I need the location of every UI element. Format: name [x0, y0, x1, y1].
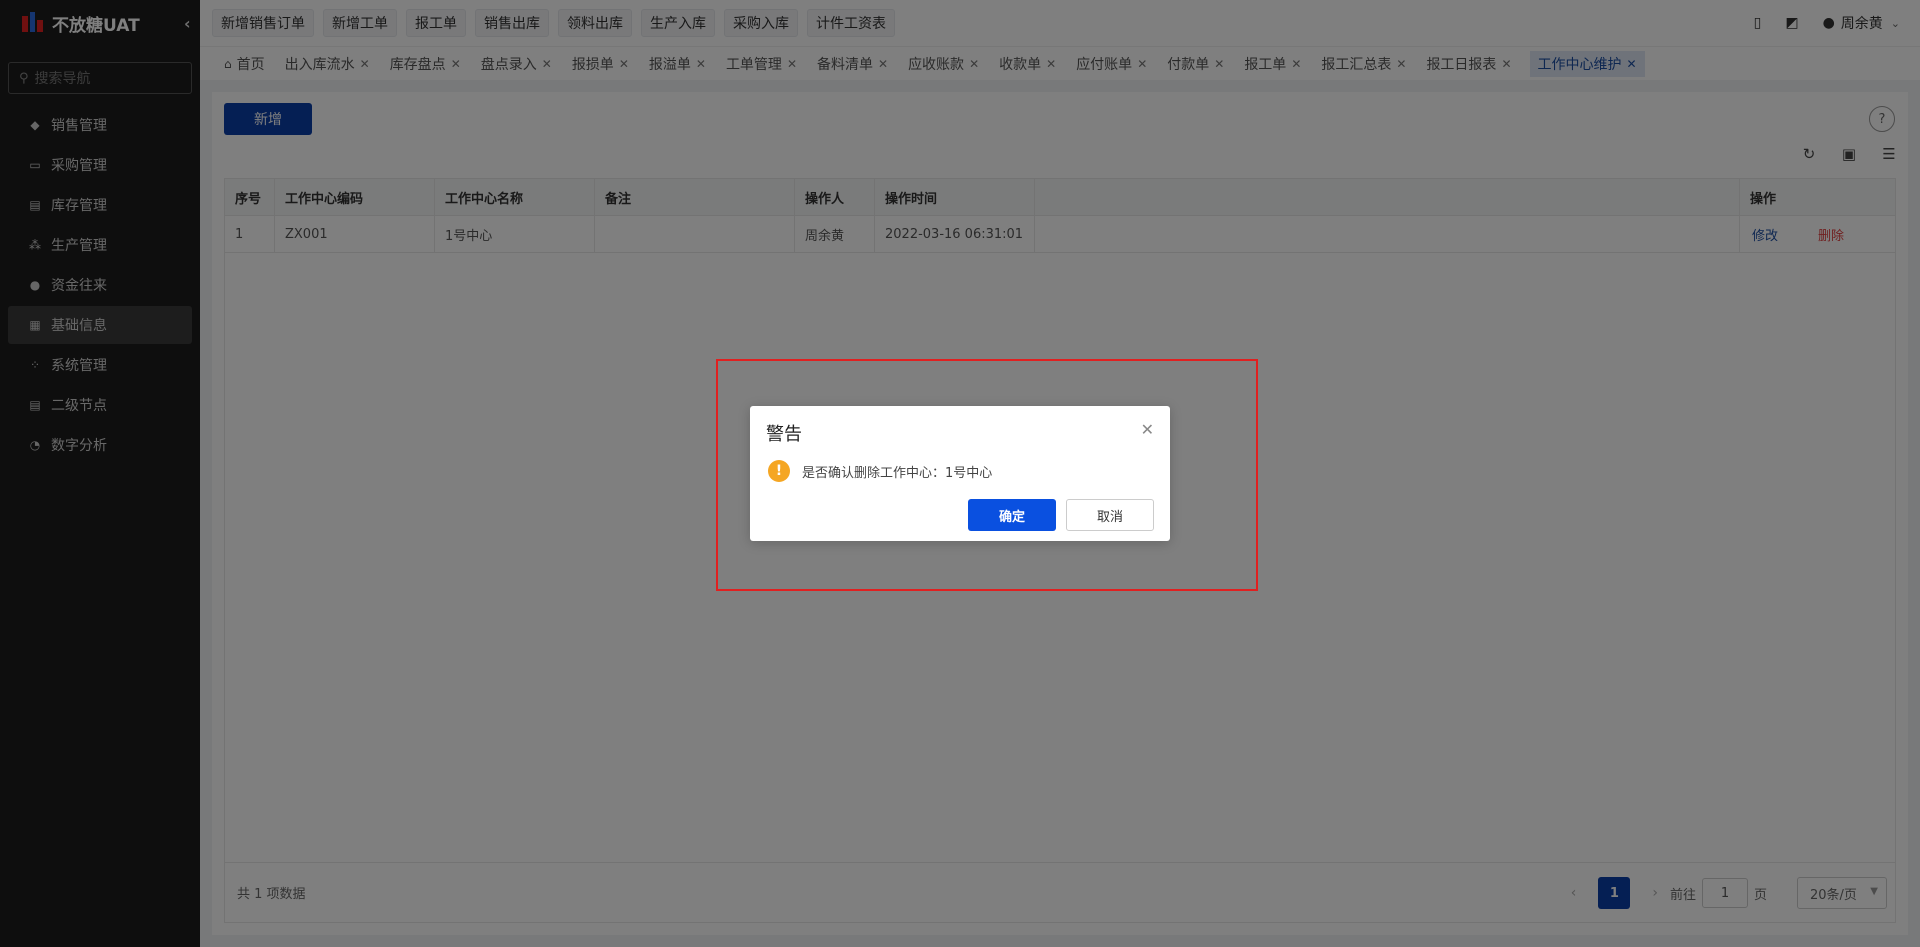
confirm-button[interactable]: 确定	[968, 499, 1056, 531]
warning-dialog: 警告 ✕ ! 是否确认删除工作中心：1号中心 确定 取消	[750, 406, 1170, 541]
cancel-button[interactable]: 取消	[1066, 499, 1154, 531]
warning-icon: !	[768, 460, 790, 482]
dialog-title: 警告	[766, 424, 802, 445]
close-icon[interactable]: ✕	[1141, 420, 1154, 439]
dialog-message: 是否确认删除工作中心：1号中心	[802, 466, 993, 481]
